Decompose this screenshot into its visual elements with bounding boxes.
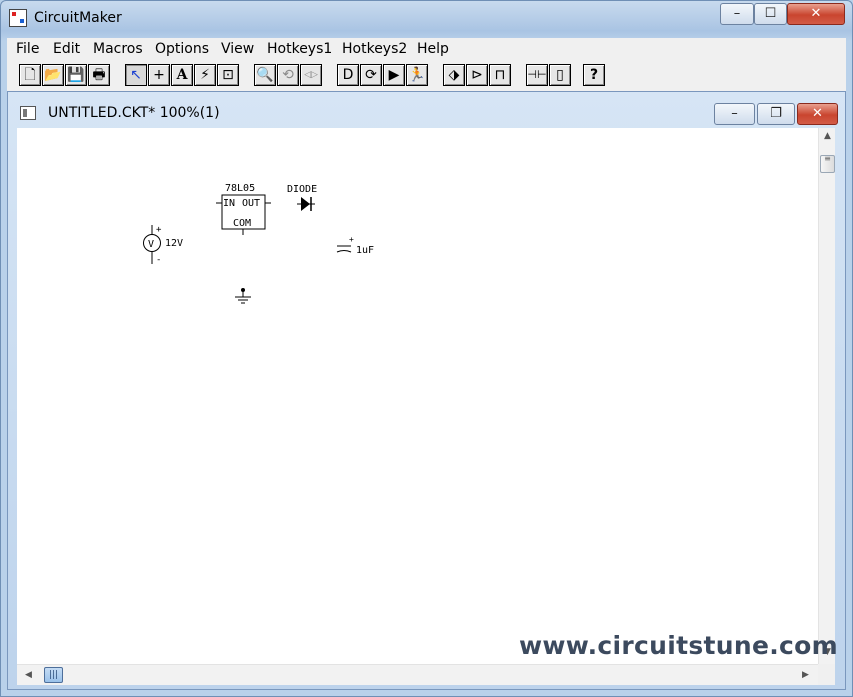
- zoom-area-icon: ⊡: [222, 67, 234, 83]
- menu-file[interactable]: File: [16, 41, 39, 57]
- menu-view[interactable]: View: [221, 41, 254, 57]
- mirror-button[interactable]: ◁▷: [300, 64, 322, 86]
- step-icon: ▶: [388, 67, 400, 83]
- regulator-out: OUT: [242, 198, 260, 209]
- menu-hotkeys2[interactable]: Hotkeys2: [342, 41, 407, 57]
- rotate-button[interactable]: ⟲: [277, 64, 299, 86]
- diode[interactable]: DIODE: [287, 184, 317, 211]
- menu-edit[interactable]: Edit: [53, 41, 80, 57]
- save-icon: 💾: [67, 67, 85, 83]
- ground[interactable]: [235, 288, 251, 304]
- maximize-button[interactable]: ☐: [754, 3, 787, 25]
- mirror-icon: ◁▷: [304, 70, 318, 80]
- capacitor[interactable]: + 1uF: [336, 235, 374, 256]
- horizontal-scroll-thumb[interactable]: |||: [44, 667, 63, 683]
- waveform-icon: ⊓: [494, 67, 506, 83]
- question-icon: ?: [589, 67, 599, 83]
- source-plus: +: [156, 225, 162, 235]
- diode-label: DIODE: [287, 184, 317, 195]
- lightning-icon: ⚡: [200, 67, 210, 83]
- window-title: CircuitMaker: [34, 10, 122, 26]
- capacitor-icon: ⊣⊢: [527, 68, 547, 81]
- text-tool-button[interactable]: A: [171, 64, 193, 86]
- document-title: UNTITLED.CKT* 100%(1): [48, 105, 220, 121]
- scroll-left-arrow-icon[interactable]: ◀: [20, 667, 37, 684]
- rotate-icon: ⟲: [282, 67, 294, 83]
- run-button[interactable]: 🏃: [406, 64, 428, 86]
- regulator-part: 78L05: [225, 183, 255, 194]
- crosshair-icon: +: [153, 67, 165, 83]
- printer-icon: 🖶: [92, 67, 106, 83]
- digital-signal-icon: ⊳: [471, 67, 483, 83]
- title-bar[interactable]: CircuitMaker – ☐ ✕: [1, 1, 852, 35]
- vertical-scroll-thumb[interactable]: ≡: [820, 155, 835, 173]
- running-man-icon: 🏃: [408, 67, 426, 83]
- text-icon: A: [176, 67, 188, 83]
- grip-icon: ≡: [824, 154, 831, 163]
- document-icon[interactable]: [20, 106, 36, 120]
- close-button[interactable]: ✕: [787, 3, 845, 25]
- cycle-icon: ⟳: [365, 67, 377, 83]
- menu-macros[interactable]: Macros: [93, 41, 143, 57]
- analog-button[interactable]: ⊣⊢: [526, 64, 548, 86]
- doc-minimize-button[interactable]: –: [714, 103, 755, 125]
- regulator-com: COM: [233, 218, 251, 229]
- new-file-button[interactable]: 🗋: [19, 64, 41, 86]
- reset-button[interactable]: ⟳: [360, 64, 382, 86]
- scroll-right-arrow-icon[interactable]: ▶: [797, 667, 814, 684]
- watermark: www.circuitstune.com: [519, 631, 838, 660]
- wire-tool-button[interactable]: +: [148, 64, 170, 86]
- horizontal-scrollbar[interactable]: ◀ ||| ▶: [17, 664, 818, 685]
- voltage-source[interactable]: V + - 12V: [143, 225, 184, 265]
- probe-tool-button[interactable]: ⚡: [194, 64, 216, 86]
- digital-button[interactable]: ⊳: [466, 64, 488, 86]
- source-value: 12V: [165, 238, 183, 249]
- device-gate-button[interactable]: D: [337, 64, 359, 86]
- regulator-in: IN: [223, 198, 235, 209]
- menu-hotkeys1[interactable]: Hotkeys1: [267, 41, 332, 57]
- magnifier-icon: 🔍: [256, 67, 274, 83]
- scrollbar-corner: [818, 664, 835, 685]
- source-minus: -: [156, 255, 161, 265]
- chip-icon: ▯: [556, 67, 564, 83]
- help-button[interactable]: ?: [583, 64, 605, 86]
- probe-icon: ⬗: [448, 67, 460, 83]
- app-icon[interactable]: [9, 9, 27, 27]
- vertical-scrollbar[interactable]: ▲ ≡ ▼: [818, 128, 835, 664]
- menu-options[interactable]: Options: [155, 41, 209, 57]
- zoom-button[interactable]: 🔍: [254, 64, 276, 86]
- doc-restore-button[interactable]: ❐: [757, 103, 795, 125]
- cap-value: 1uF: [356, 245, 374, 256]
- save-button[interactable]: 💾: [65, 64, 87, 86]
- cap-plus: +: [349, 235, 354, 244]
- open-file-button[interactable]: 📂: [42, 64, 64, 86]
- new-file-icon: 🗋: [24, 67, 36, 83]
- probe2-button[interactable]: ⬗: [443, 64, 465, 86]
- folder-open-icon: 📂: [44, 67, 62, 83]
- arrow-cursor-icon: ↖: [130, 67, 142, 83]
- schematic-drawing: V + - 12V 78L05 IN OUT COM DIODE + 1uF: [143, 183, 374, 304]
- gate-icon: D: [342, 67, 354, 83]
- chip-button[interactable]: ▯: [549, 64, 571, 86]
- app-window: CircuitMaker – ☐ ✕ File Edit Macros Opti…: [0, 0, 853, 697]
- schematic-canvas[interactable]: V + - 12V 78L05 IN OUT COM DIODE + 1uF: [17, 128, 818, 664]
- zoom-area-button[interactable]: ⊡: [217, 64, 239, 86]
- step-button[interactable]: ▶: [383, 64, 405, 86]
- toolbar: 🗋 📂 💾 🖶 ↖ + A ⚡ ⊡ 🔍 ⟲ ◁▷ D ⟳ ▶ 🏃 ⬗ ⊳ ⊓ ⊣…: [7, 60, 846, 91]
- print-button[interactable]: 🖶: [88, 64, 110, 86]
- voltage-regulator[interactable]: 78L05 IN OUT COM: [216, 183, 271, 235]
- source-symbol: V: [148, 239, 154, 250]
- arrow-tool-button[interactable]: ↖: [125, 64, 147, 86]
- scroll-up-arrow-icon[interactable]: ▲: [819, 128, 836, 145]
- menu-help[interactable]: Help: [417, 41, 449, 57]
- menu-bar: File Edit Macros Options View Hotkeys1 H…: [7, 38, 846, 60]
- waveform-button[interactable]: ⊓: [489, 64, 511, 86]
- minimize-button[interactable]: –: [720, 3, 754, 25]
- doc-close-button[interactable]: ✕: [797, 103, 838, 125]
